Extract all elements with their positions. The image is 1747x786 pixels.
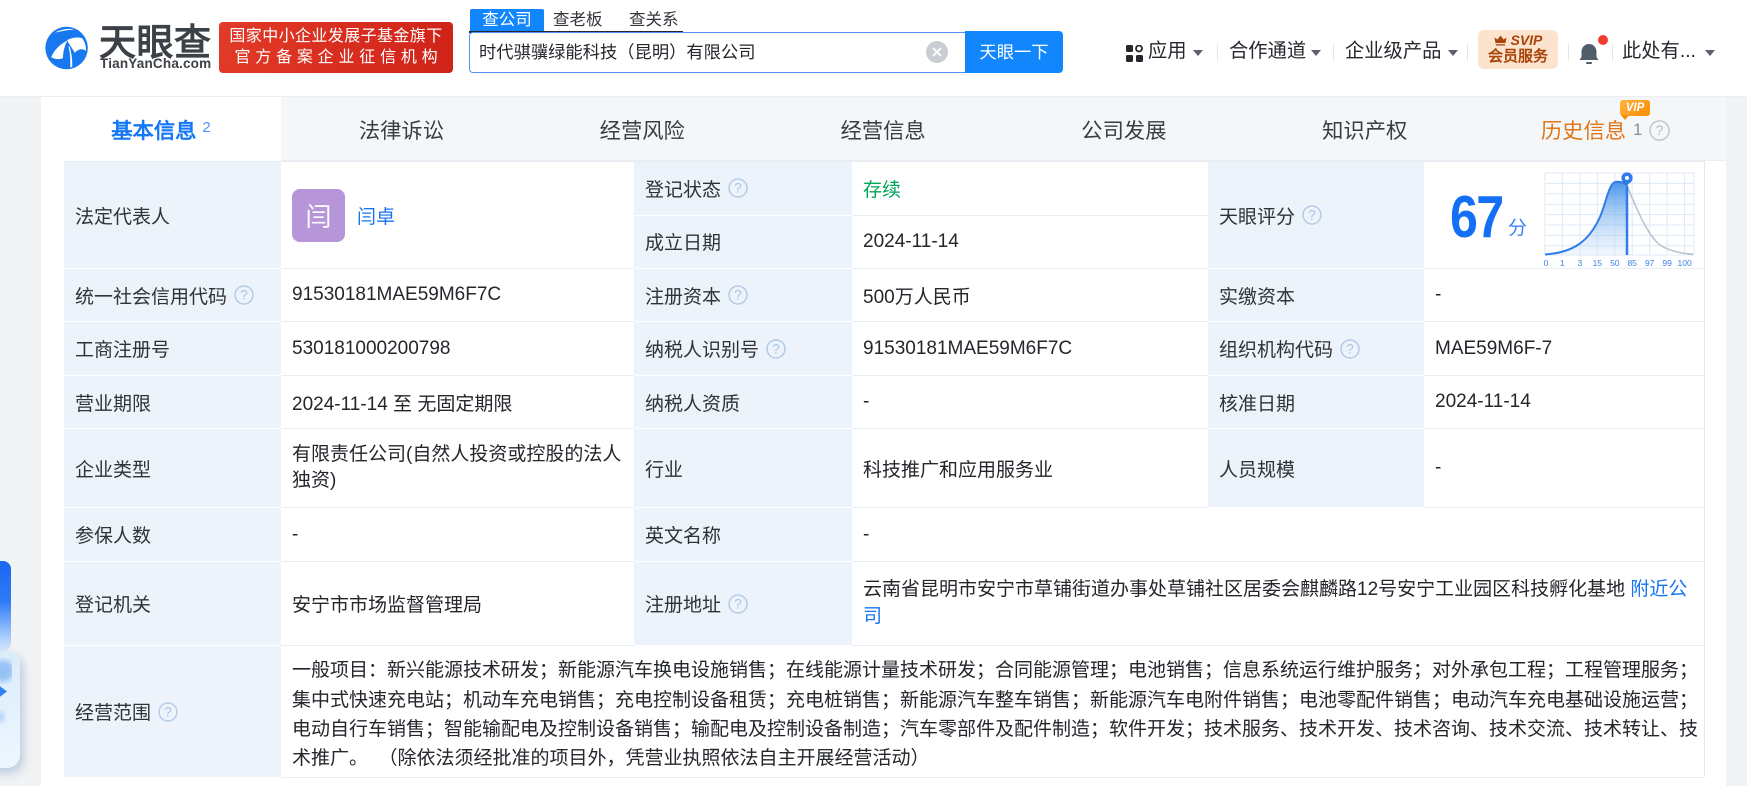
svg-text:?: ?: [734, 596, 742, 611]
svg-text:?: ?: [1656, 123, 1664, 138]
svg-text:85: 85: [1627, 258, 1637, 267]
svg-text:1: 1: [1560, 258, 1565, 267]
svg-text:?: ?: [772, 341, 780, 356]
svg-text:0: 0: [1544, 258, 1549, 267]
svg-text:50: 50: [1610, 258, 1620, 267]
svg-text:99: 99: [1662, 258, 1672, 267]
svg-text:97: 97: [1645, 258, 1655, 267]
svg-text:?: ?: [240, 288, 248, 303]
svg-text:100: 100: [1678, 258, 1692, 267]
svg-text:?: ?: [1308, 208, 1316, 223]
svg-text:?: ?: [734, 181, 742, 196]
svg-text:?: ?: [734, 288, 742, 303]
svg-text:3: 3: [1578, 258, 1583, 267]
svg-text:?: ?: [1346, 341, 1354, 356]
svg-text:?: ?: [164, 704, 172, 719]
svg-text:15: 15: [1593, 258, 1603, 267]
